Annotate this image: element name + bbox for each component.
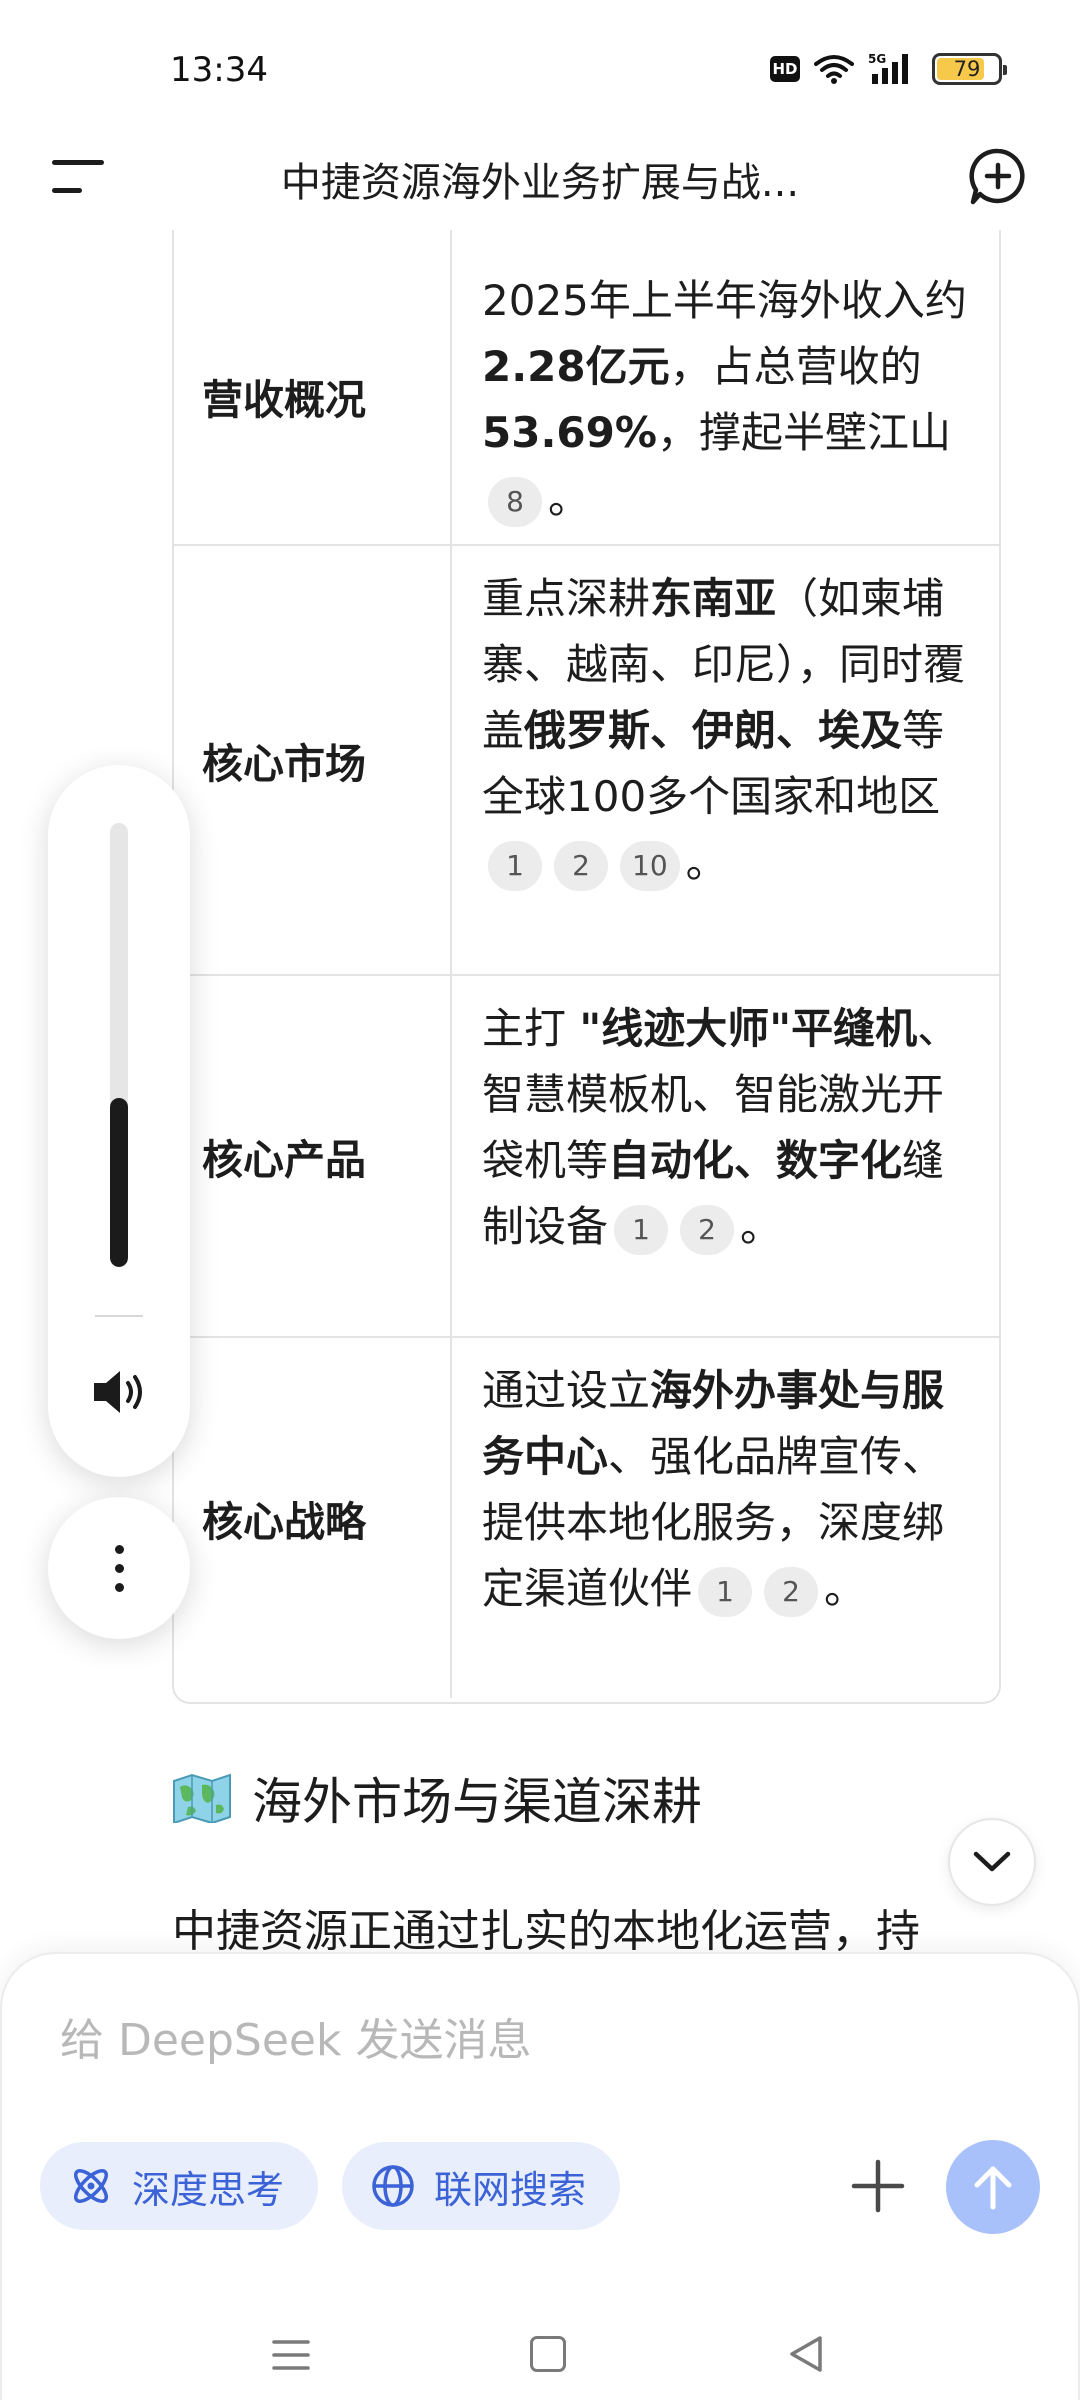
text-segment: 。: [740, 1202, 783, 1251]
text-segment: 。: [824, 1564, 867, 1613]
table-row-label: 核心市场: [174, 546, 452, 974]
table-row: 营收概况 2025年上半年海外收入约 2.28亿元，占总营收的53.69%，撑起半壁…: [174, 248, 999, 544]
citation-badge[interactable]: 1: [614, 1204, 669, 1255]
deep-think-button[interactable]: 深度思考: [40, 2142, 319, 2230]
wifi-icon: [814, 55, 854, 84]
battery-level: 79: [953, 57, 981, 81]
citation-badge[interactable]: 1: [698, 1566, 753, 1617]
status-time: 13:34: [170, 50, 268, 90]
bold-text: 俄罗斯、伊朗、埃及: [524, 706, 903, 755]
web-search-button[interactable]: 联网搜索: [342, 2142, 621, 2230]
volume-slider[interactable]: [110, 823, 128, 1267]
hd-icon: HD: [770, 56, 800, 82]
bold-text: 2.28亿元: [482, 342, 670, 391]
bold-text: 53.69%: [482, 408, 657, 457]
deep-think-label: 深度思考: [132, 2167, 285, 2212]
bold-text: 自动化、数字化: [608, 1136, 903, 1185]
citation-badge[interactable]: 2: [554, 840, 608, 891]
home-icon[interactable]: [530, 2336, 566, 2372]
battery-icon: 79: [932, 53, 1007, 85]
system-nav-bar: [0, 2300, 1080, 2400]
signal-5g-icon: 5G: [868, 52, 908, 84]
table-row-value: 2025年上半年海外收入约 2.28亿元，占总营收的53.69%，撑起半壁江山 8。: [452, 248, 999, 544]
table-row-label: 营收概况: [174, 248, 452, 544]
volume-level-fill: [110, 1098, 128, 1267]
globe-icon: [372, 2165, 414, 2207]
table-row-value: 主打 "线迹大师"平缝机、智慧模板机、智能激光开袋机等自动化、数字化缝制设备 1 2…: [452, 976, 999, 1336]
arrow-up-icon: [974, 2166, 1012, 2210]
citation-badge[interactable]: 10: [620, 840, 680, 891]
conversation-title[interactable]: 中捷资源海外业务扩展与战...: [170, 150, 910, 208]
table-row-value: 通过设立海外办事处与服务中心、强化品牌宣传、提供本地化服务，深度绑定渠道伙伴 1 2…: [452, 1338, 999, 1698]
status-bar: 13:34 HD 5G 79: [0, 0, 1080, 120]
table-row-value: 重点深耕东南亚（如柬埔寨、越南、印尼），同时覆盖俄罗斯、伊朗、埃及等全球100多…: [452, 546, 999, 974]
scroll-to-bottom-button[interactable]: [948, 1818, 1036, 1906]
more-vertical-icon[interactable]: [48, 1497, 190, 1639]
menu-icon[interactable]: [52, 156, 108, 200]
citation-badge[interactable]: 8: [488, 476, 542, 527]
recents-icon[interactable]: [272, 2336, 310, 2374]
section-paragraph: 中捷资源正通过扎实的本地化运营，持: [172, 1906, 920, 1957]
citation-badge[interactable]: 2: [764, 1566, 819, 1617]
bold-text: "线迹大师"平缝机: [579, 1004, 918, 1053]
citation-badge[interactable]: 2: [680, 1204, 735, 1255]
bold-text: 东南亚: [650, 574, 777, 623]
table-row: 核心市场 重点深耕东南亚（如柬埔寨、越南、印尼），同时覆盖俄罗斯、伊朗、埃及等全球…: [174, 544, 999, 974]
text-segment: 2025年上半年海外收入约: [482, 276, 967, 325]
new-chat-icon[interactable]: [968, 146, 1028, 206]
table-row-label: 核心产品: [174, 976, 452, 1336]
text-segment: 。: [685, 838, 728, 887]
send-button[interactable]: [946, 2140, 1040, 2234]
table-row: 核心产品 主打 "线迹大师"平缝机、智慧模板机、智能激光开袋机等自动化、数字化缝制…: [174, 974, 999, 1336]
volume-panel: [48, 765, 190, 1477]
info-table: 营收概况 2025年上半年海外收入约 2.28亿元，占总营收的53.69%，撑起半壁…: [172, 230, 1001, 1704]
text-segment: ，占总营收的: [669, 342, 922, 391]
attach-plus-icon[interactable]: [850, 2158, 906, 2214]
text-segment: 重点深耕: [482, 574, 651, 623]
message-input[interactable]: [60, 2010, 1020, 2070]
section-heading-text: 海外市场与渠道深耕: [252, 1773, 702, 1831]
text-segment: ，撑起半壁江山: [656, 408, 951, 457]
text-segment: 主打: [482, 1004, 580, 1053]
status-icons: HD 5G 79: [770, 52, 1007, 86]
web-search-label: 联网搜索: [434, 2167, 587, 2212]
svg-text:5G: 5G: [868, 52, 886, 66]
section-heading: 海外市场与渠道深耕: [172, 1762, 702, 1834]
citation-badge[interactable]: 1: [488, 840, 542, 891]
app-header: 中捷资源海外业务扩展与战...: [0, 120, 1080, 235]
table-row: 核心战略 通过设立海外办事处与服务中心、强化品牌宣传、提供本地化服务，深度绑定渠道…: [174, 1336, 999, 1698]
table-row-label: 核心战略: [174, 1338, 452, 1698]
world-map-icon: [173, 1773, 231, 1823]
text-segment: 通过设立: [482, 1366, 651, 1415]
chevron-down-icon: [973, 1851, 1011, 1872]
atom-icon: [74, 2169, 108, 2203]
text-segment: 。: [548, 474, 591, 523]
speaker-icon[interactable]: [90, 1363, 148, 1421]
back-icon[interactable]: [786, 2334, 826, 2374]
